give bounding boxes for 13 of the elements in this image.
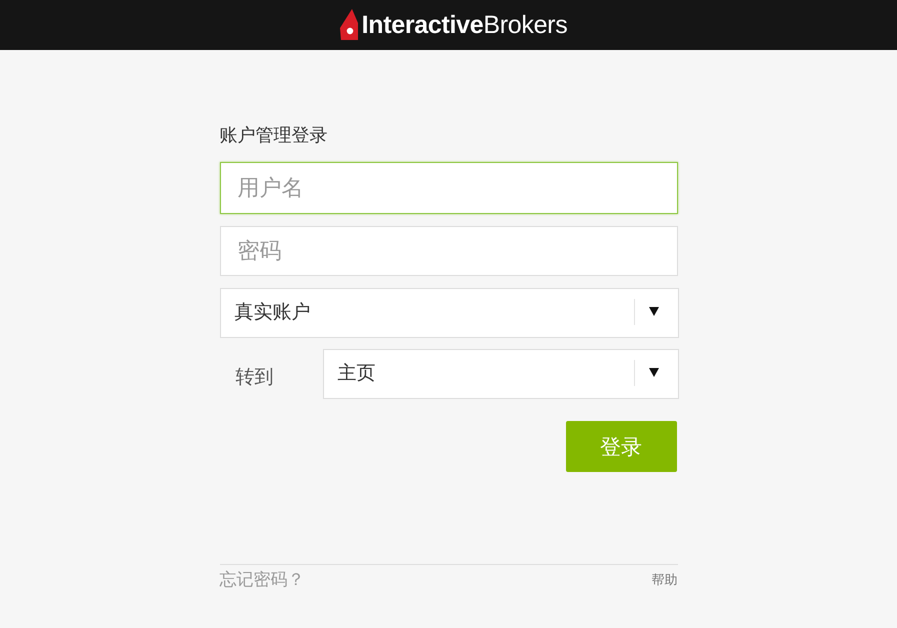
goto-select[interactable]: 主页 [322, 349, 678, 399]
password-field[interactable]: 密码 [220, 226, 678, 276]
help-link[interactable]: 帮助 [652, 570, 678, 588]
login-title: 账户管理登录 [220, 124, 328, 146]
logo-text: InteractiveBrokers [362, 10, 568, 40]
logo-icon [338, 9, 358, 41]
goto-label: 转到 [234, 366, 274, 390]
username-field[interactable]: 用户名 [220, 162, 678, 214]
caret-icon [648, 368, 658, 377]
login-button[interactable]: 登录 [566, 421, 676, 472]
forgot-password-link[interactable]: 忘记密码？ [220, 568, 304, 591]
caret-icon [648, 307, 658, 316]
account-type-select[interactable]: 真实账户 [220, 288, 678, 338]
